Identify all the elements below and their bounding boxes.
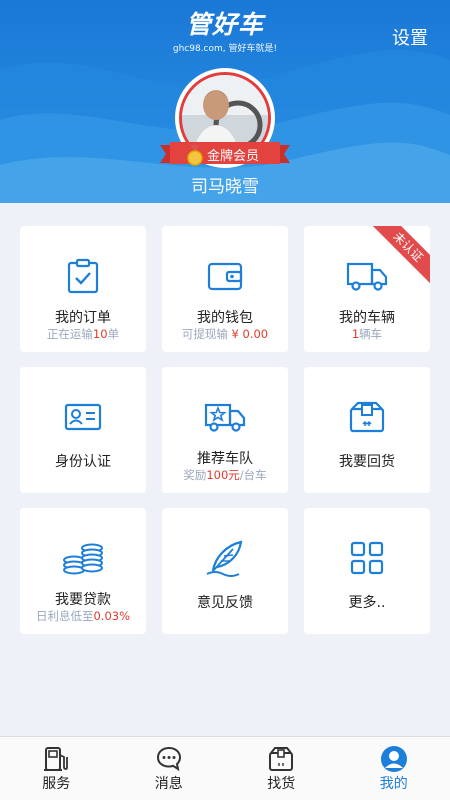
card-title: 我的钱包: [197, 310, 253, 326]
user-icon: [380, 746, 407, 772]
card-subtitle: 正在运输10单: [46, 327, 120, 341]
card-title: 更多..: [348, 595, 386, 611]
card-loan[interactable]: 我要贷款 日利息低至0.03%: [20, 508, 146, 634]
card-feedback[interactable]: 意见反馈: [162, 508, 288, 634]
card-identity-verification[interactable]: 身份认证: [20, 367, 146, 493]
card-title: 我的订单: [55, 310, 111, 326]
tab-label: 服务: [42, 776, 71, 792]
tab-mine[interactable]: 我的: [338, 737, 450, 800]
app-logo: 管好车 ghc98.com, 管好车就是!: [0, 10, 450, 54]
card-subtitle: 1辆车: [351, 327, 383, 341]
card-title: 我要贷款: [55, 592, 111, 608]
logo-tagline: ghc98.com, 管好车就是!: [172, 44, 278, 54]
feather-icon: [206, 540, 243, 577]
card-recommend-fleet[interactable]: 推荐车队 奖励100元/台车: [162, 367, 288, 493]
card-my-vehicles[interactable]: 未认证 我的车辆 1辆车: [304, 226, 430, 352]
truck-icon: [346, 262, 388, 291]
tab-label: 我的: [379, 776, 408, 792]
id-card-icon: [64, 403, 102, 431]
card-subtitle: 可提现输 ¥ 0.00: [181, 327, 269, 341]
wallet-icon: [207, 262, 243, 291]
card-title: 我的车辆: [339, 310, 395, 326]
tab-messages[interactable]: 消息: [113, 737, 226, 800]
card-return-cargo[interactable]: 我要回货: [304, 367, 430, 493]
card-more[interactable]: 更多..: [304, 508, 430, 634]
grid-icon: [350, 541, 384, 575]
clipboard-check-icon: [67, 258, 99, 294]
cargo-box-icon: [269, 747, 294, 771]
gas-pump-icon: [44, 747, 69, 771]
card-title: 推荐车队: [197, 451, 253, 467]
card-subtitle: 奖励100元/台车: [183, 468, 267, 482]
chat-bubble-icon: [156, 746, 181, 772]
bottom-tab-bar: 服务 消息 找货 我的: [0, 736, 450, 800]
logo-text: 管好车: [185, 10, 264, 39]
tab-label: 找货: [267, 776, 296, 792]
card-my-orders[interactable]: 我的订单 正在运输10单: [20, 226, 146, 352]
card-subtitle: 日利息低至0.03%: [35, 609, 131, 623]
truck-star-icon: [204, 403, 246, 432]
tab-find-cargo[interactable]: 找货: [225, 737, 338, 800]
username: 司马晓雪: [191, 177, 259, 197]
tab-services[interactable]: 服务: [0, 737, 113, 800]
card-title: 意见反馈: [197, 595, 253, 611]
card-title: 身份认证: [55, 454, 111, 470]
profile-header: 管好车 ghc98.com, 管好车就是! 设置 金牌会员 司马晓雪: [0, 0, 450, 203]
card-my-wallet[interactable]: 我的钱包 可提现输 ¥ 0.00: [162, 226, 288, 352]
settings-button[interactable]: 设置: [392, 24, 428, 50]
coins-icon: [63, 543, 103, 575]
tab-label: 消息: [154, 776, 183, 792]
membership-label: 金牌会员: [206, 149, 259, 164]
package-icon: [349, 401, 385, 433]
card-title: 我要回货: [339, 454, 395, 470]
